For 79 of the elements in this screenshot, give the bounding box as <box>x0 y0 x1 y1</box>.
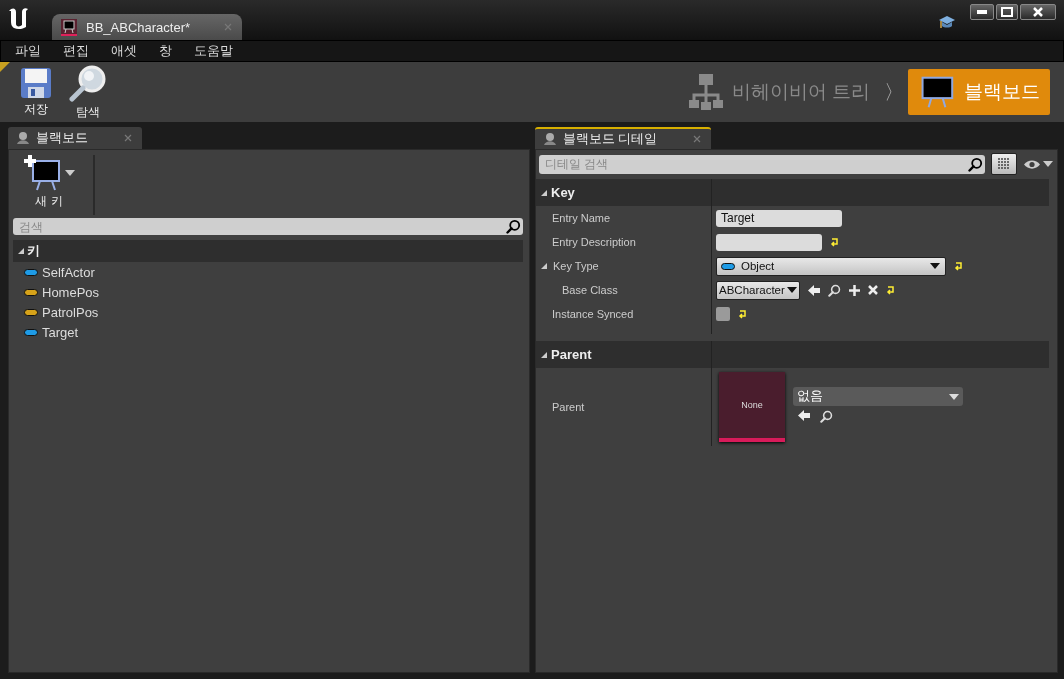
search-input[interactable]: 검색 <box>19 219 506 234</box>
checkbox[interactable] <box>716 307 730 321</box>
add-icon[interactable] <box>848 284 860 296</box>
property-label: Parent <box>552 401 585 413</box>
reset-arrow-icon[interactable] <box>885 285 896 295</box>
new-key-button[interactable]: 새 키 <box>17 154 81 214</box>
search-field[interactable]: 디테일 검색 <box>539 154 985 174</box>
text-field[interactable]: Target <box>716 209 842 227</box>
save-button[interactable]: 저장 <box>16 66 56 118</box>
panel-tab[interactable]: 블랙보드 디테일 <box>535 127 712 149</box>
close-icon[interactable] <box>693 135 702 143</box>
graduation-cap-icon[interactable] <box>938 14 956 30</box>
class-dropdown[interactable]: ABCharacter <box>716 280 800 300</box>
asset-thumbnail: None <box>719 372 785 442</box>
tree-diagram-icon <box>687 73 724 111</box>
key-item[interactable]: PatrolPos <box>9 302 529 322</box>
close-icon <box>1033 7 1043 17</box>
key-item[interactable]: Target <box>9 322 529 342</box>
close-icon[interactable] <box>124 134 132 142</box>
expand-icon[interactable] <box>540 262 548 270</box>
browse-button[interactable]: 탐색 <box>64 63 112 121</box>
minimize-button[interactable] <box>970 4 994 20</box>
property-label: Base Class <box>562 284 618 296</box>
eye-icon <box>1023 158 1041 170</box>
reset-arrow-icon[interactable] <box>830 237 840 247</box>
menu-item[interactable]: 편집 <box>55 42 97 60</box>
use-selected-icon[interactable] <box>807 284 820 296</box>
use-selected-icon[interactable] <box>798 410 810 421</box>
section-header[interactable]: Parent <box>536 341 1049 368</box>
property-label: Entry Name <box>552 212 611 224</box>
panel-icon <box>543 132 557 146</box>
panel-icon <box>16 131 30 145</box>
menu-item[interactable]: 파일 <box>7 42 49 60</box>
corner-mark <box>0 62 10 72</box>
new-key-icon <box>23 154 63 192</box>
caret-icon <box>1043 161 1053 167</box>
panel-tab[interactable]: 블랙보드 <box>8 127 142 149</box>
search-field[interactable]: 검색 <box>13 218 523 235</box>
menu-item[interactable]: 애셋 <box>103 42 145 60</box>
category-header[interactable]: 키 <box>13 240 523 262</box>
property-label: Instance Synced <box>552 308 634 320</box>
maximize-button[interactable] <box>996 4 1018 20</box>
reset-arrow-icon[interactable] <box>738 309 748 319</box>
asset-dropdown[interactable]: 없음 <box>793 387 963 406</box>
view-options-button[interactable] <box>991 153 1017 175</box>
key-item[interactable]: SelfActor <box>9 262 529 282</box>
close-button[interactable] <box>1020 4 1056 20</box>
clear-icon[interactable] <box>867 285 878 295</box>
caret-icon <box>930 263 940 269</box>
section-header[interactable]: Key <box>536 179 1049 206</box>
list-view-icon <box>997 157 1011 171</box>
caret-icon <box>65 170 75 176</box>
breadcrumb-separator: 〉 <box>884 79 904 105</box>
browse-icon[interactable] <box>820 410 833 423</box>
property-label: Entry Description <box>552 236 636 248</box>
reset-arrow-icon[interactable] <box>954 261 964 271</box>
caret-icon <box>949 393 959 400</box>
object-type-icon <box>721 262 735 270</box>
menu-item[interactable]: 도움말 <box>186 42 241 60</box>
text-field[interactable] <box>716 233 822 251</box>
search-icon[interactable] <box>968 156 983 172</box>
search-icon[interactable] <box>506 219 521 234</box>
maximize-icon <box>1001 7 1013 17</box>
expand-icon[interactable] <box>540 188 548 197</box>
property-label: Key Type <box>553 260 599 272</box>
key-item[interactable]: HomePos <box>9 282 529 302</box>
tab-title: BB_ABCharacter* <box>86 19 192 35</box>
expand-icon[interactable] <box>540 350 548 359</box>
menu-item[interactable]: 창 <box>151 42 180 60</box>
type-dropdown[interactable]: Object <box>716 256 946 276</box>
document-tab[interactable]: BB_ABCharacter* <box>52 14 242 40</box>
search-input[interactable]: 디테일 검색 <box>545 157 968 171</box>
caret-icon <box>786 287 797 293</box>
minimize-icon <box>977 10 987 14</box>
expand-icon[interactable] <box>17 247 25 255</box>
magnifier-icon <box>68 63 108 102</box>
browse-icon[interactable] <box>827 283 841 297</box>
visibility-dropdown[interactable] <box>1023 158 1053 170</box>
blackboard-icon <box>60 18 78 36</box>
